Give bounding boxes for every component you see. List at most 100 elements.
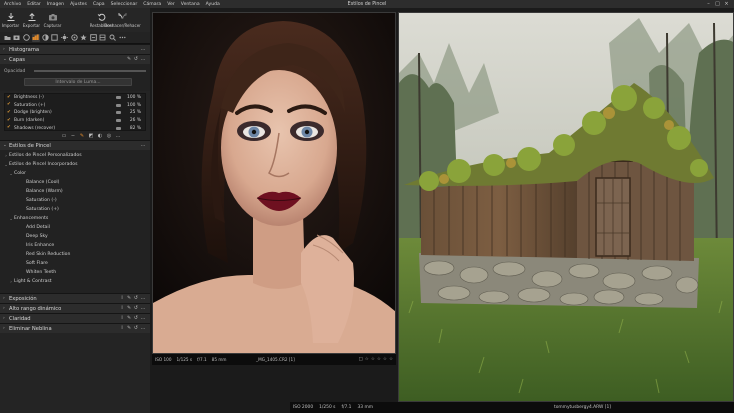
reset-icon[interactable]: ↺ xyxy=(133,306,139,312)
radial-icon[interactable]: ◎ xyxy=(105,133,113,139)
section-eliminar-neblina[interactable]: › Eliminar Neblina i ✎ ↺ … xyxy=(0,323,150,333)
rating-star-icon[interactable]: ☆ xyxy=(365,357,369,362)
tree-item[interactable]: Saturation (-) xyxy=(0,196,150,205)
brush-icon[interactable]: ✎ xyxy=(126,316,132,322)
tree-item[interactable]: Iris Enhance xyxy=(0,241,150,250)
select-icon[interactable]: □ xyxy=(359,357,363,362)
section-capas[interactable]: ⌄ Capas ✎ ↺ … xyxy=(0,54,150,64)
checkbox-icon[interactable]: ✔ xyxy=(7,95,11,100)
reset-button[interactable]: Restablecer xyxy=(90,8,113,32)
brush-icon[interactable]: ✎ xyxy=(126,326,132,332)
reset-icon[interactable]: ↺ xyxy=(133,316,139,322)
menu-capa[interactable]: Capa xyxy=(93,2,105,7)
info-icon[interactable]: i xyxy=(119,316,125,322)
rating-star-icon[interactable]: ☆ xyxy=(371,357,375,362)
section-claridad[interactable]: › Claridad i ✎ ↺ … xyxy=(0,313,150,323)
minimize-icon[interactable]: – xyxy=(704,1,713,7)
tab-local-adjustments[interactable] xyxy=(61,34,69,42)
tab-color[interactable] xyxy=(31,33,40,42)
menu-editar[interactable]: Editar xyxy=(27,2,41,7)
section-estilos-pincel[interactable]: ⌄ Estilos de Pincel … xyxy=(0,140,150,150)
menu-camara[interactable]: Cámara xyxy=(143,2,161,7)
viewer-image-portrait[interactable] xyxy=(152,12,396,354)
tree-item[interactable]: Saturation (+) xyxy=(0,205,150,214)
menu-seleccionar[interactable]: Seleccionar xyxy=(111,2,138,7)
rating-star-icon[interactable]: ☆ xyxy=(383,357,387,362)
viewer-image-hut[interactable] xyxy=(398,12,734,402)
eraser-icon[interactable]: ◩ xyxy=(87,133,95,139)
checkbox-icon[interactable]: ✔ xyxy=(7,103,11,107)
menu-ver[interactable]: Ver xyxy=(167,2,175,7)
tree-incorporados[interactable]: ⌄ Estilos de Pincel Incorporados xyxy=(0,160,150,169)
brush-icon[interactable]: ✎ xyxy=(126,306,132,312)
tree-item[interactable]: Red Skin Reduction xyxy=(0,250,150,259)
tab-library[interactable] xyxy=(3,34,11,42)
info-icon[interactable]: i xyxy=(119,296,125,302)
tab-batch[interactable] xyxy=(99,34,107,42)
checkbox-icon[interactable]: ✔ xyxy=(7,110,11,115)
menu-ajustes[interactable]: Ajustes xyxy=(70,2,87,7)
luma-range-button[interactable]: Intervalo de Luma... xyxy=(24,78,132,86)
opacity-slider[interactable] xyxy=(34,70,146,72)
info-icon[interactable]: i xyxy=(119,326,125,332)
more-icon[interactable]: … xyxy=(140,296,146,302)
tab-detail[interactable] xyxy=(51,34,59,42)
section-exposicion[interactable]: › Exposición i ✎ ↺ … xyxy=(0,293,150,303)
more-icon[interactable]: … xyxy=(140,306,146,312)
tab-lens[interactable] xyxy=(22,34,30,42)
rating-star-icon[interactable]: ☆ xyxy=(389,357,393,362)
export-button[interactable]: Exportar xyxy=(21,8,42,32)
tab-metadata[interactable] xyxy=(80,34,88,42)
tree-item[interactable]: Whiten Teeth xyxy=(0,268,150,277)
menu-ventana[interactable]: Ventana xyxy=(181,2,200,7)
tree-personalizados[interactable]: › Estilos de Pincel Personalizados xyxy=(0,151,150,160)
layer-row[interactable]: ✔ Burn (darken) 26 % xyxy=(5,117,145,125)
delete-layer-icon[interactable]: − xyxy=(69,133,77,139)
menu-archivo[interactable]: Archivo xyxy=(4,2,21,7)
add-layer-icon[interactable]: ▭ xyxy=(60,133,68,139)
section-histograma[interactable]: › Histograma … xyxy=(0,44,150,54)
section-alto-rango[interactable]: › Alto rango dinámico i ✎ ↺ … xyxy=(0,303,150,313)
tree-color[interactable]: ⌄ Color xyxy=(0,169,150,178)
brush-tool-icon[interactable]: ✎ xyxy=(78,133,86,139)
tree-item[interactable]: Balance (Warm) xyxy=(0,187,150,196)
reset-icon[interactable]: ↺ xyxy=(133,296,139,302)
reset-icon[interactable]: ↺ xyxy=(133,326,139,332)
tab-search[interactable] xyxy=(109,34,117,42)
tree-light-contrast[interactable]: › Light & Contrast xyxy=(0,277,150,286)
checkbox-icon[interactable]: ✔ xyxy=(7,125,11,130)
maximize-icon[interactable]: □ xyxy=(713,1,722,7)
capture-button[interactable]: Capturar xyxy=(42,8,63,32)
layer-row[interactable]: ✔ Brightness (-) 100 % xyxy=(5,94,145,102)
tab-exposure[interactable] xyxy=(41,34,49,42)
tree-enhancements[interactable]: ⌄ Enhancements xyxy=(0,214,150,223)
tab-capture[interactable] xyxy=(13,34,21,42)
undo-redo-button[interactable]: Deshacer/Rehacer xyxy=(104,8,141,32)
layer-row[interactable]: ✔ Shadows (recover) 82 % xyxy=(5,124,145,130)
brush-icon[interactable]: ✎ xyxy=(126,57,132,63)
rating-star-icon[interactable]: ☆ xyxy=(377,357,381,362)
checkbox-icon[interactable]: ✔ xyxy=(7,118,11,123)
tree-item[interactable]: Deep Sky xyxy=(0,232,150,241)
tree-item[interactable]: Add Detail xyxy=(0,223,150,232)
layer-row[interactable]: ✔ Saturation (+) 100 % xyxy=(5,102,145,110)
info-icon[interactable]: i xyxy=(119,306,125,312)
tree-item[interactable]: Soft Flare xyxy=(0,259,150,268)
menu-imagen[interactable]: Imagen xyxy=(47,2,64,7)
gradient-icon[interactable]: ◐ xyxy=(96,133,104,139)
import-button[interactable]: Importar xyxy=(0,8,21,32)
more-icon[interactable]: … xyxy=(140,57,146,63)
more-icon[interactable]: … xyxy=(140,326,146,332)
tab-adjustments[interactable] xyxy=(70,34,78,42)
layer-more-icon[interactable]: … xyxy=(114,133,122,139)
reset-icon[interactable]: ↺ xyxy=(133,57,139,63)
more-icon[interactable]: … xyxy=(140,143,146,149)
tab-more[interactable] xyxy=(118,34,126,42)
brush-icon[interactable]: ✎ xyxy=(126,296,132,302)
tree-item[interactable]: Balance (Cool) xyxy=(0,178,150,187)
menu-ayuda[interactable]: Ayuda xyxy=(206,2,220,7)
close-icon[interactable]: × xyxy=(722,1,731,7)
layer-row[interactable]: ✔ Dodge (brighten) 25 % xyxy=(5,109,145,117)
more-icon[interactable]: … xyxy=(140,316,146,322)
more-icon[interactable]: … xyxy=(140,47,146,53)
